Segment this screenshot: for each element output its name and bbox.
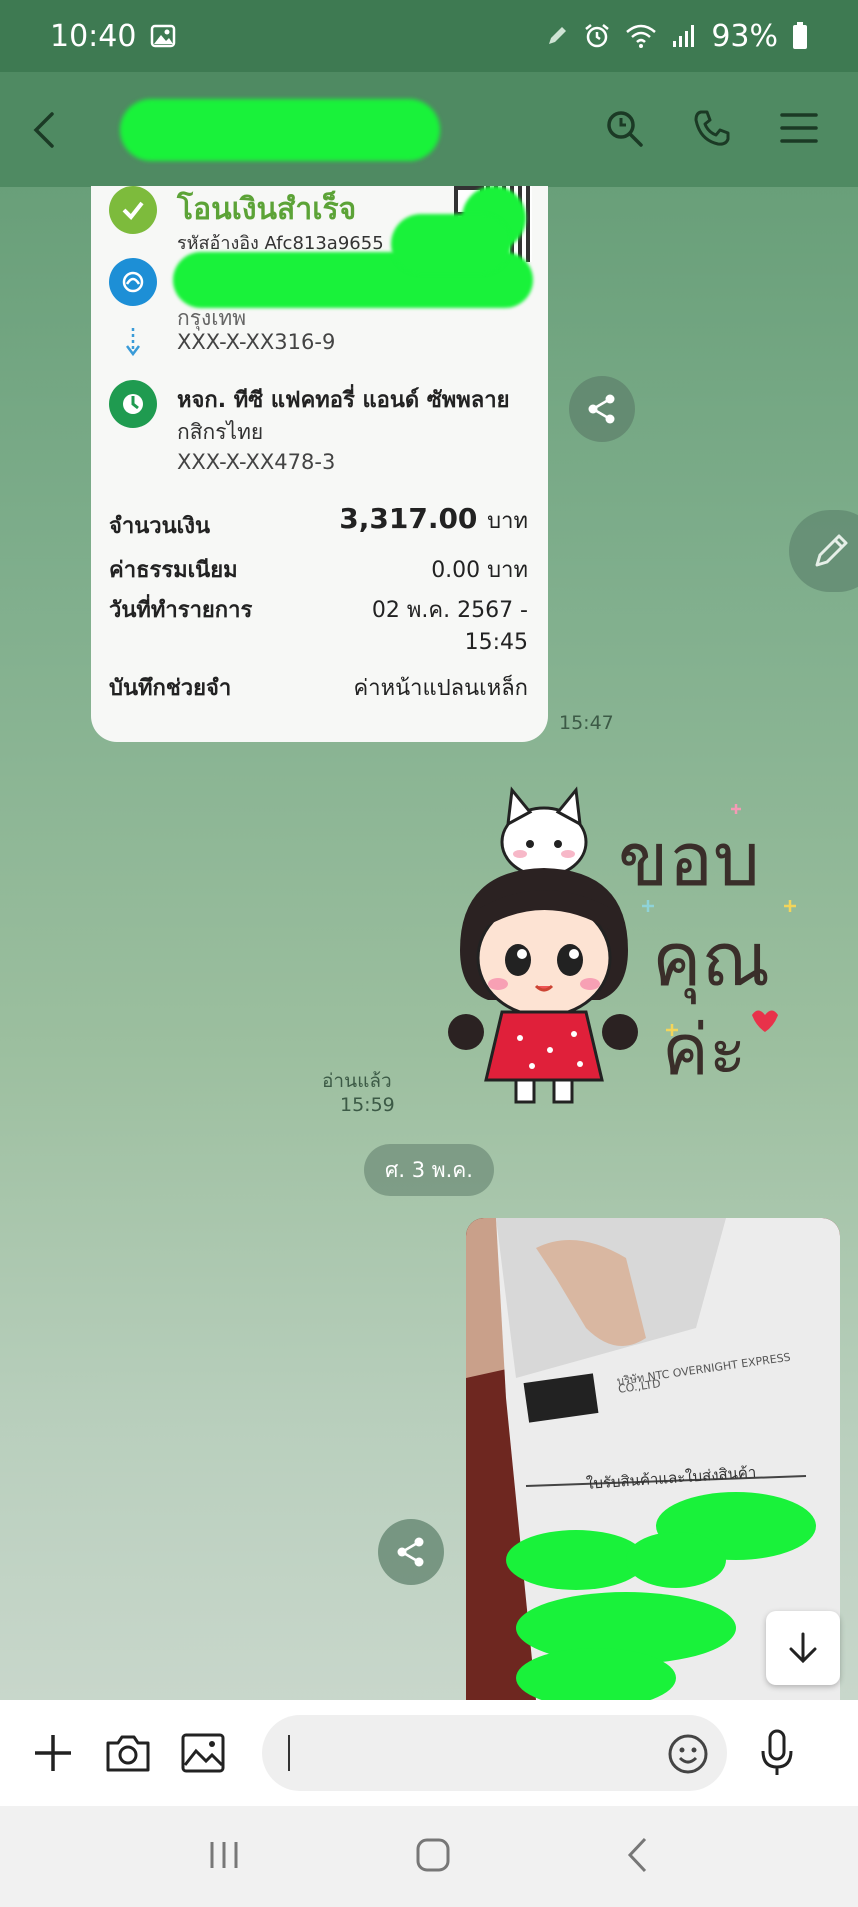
pencil-icon — [815, 534, 848, 567]
read-receipt-label: อ่านแล้ว — [322, 1070, 392, 1092]
kasikorn-logo-icon — [109, 380, 157, 428]
recipient-bank: กสิกรไทย — [177, 420, 264, 444]
camera-icon[interactable] — [105, 1728, 152, 1778]
chat-header — [0, 72, 858, 187]
chat-name-redacted — [120, 98, 440, 161]
share-photo-button[interactable] — [378, 1519, 444, 1585]
recipient-name: หจก. ทีซี แฟคทอรี่ แอนด์ ซัพพลาย — [177, 388, 510, 413]
emoji-icon[interactable] — [667, 1733, 709, 1779]
microphone-icon[interactable] — [753, 1728, 800, 1778]
status-time: 10:40 — [50, 18, 137, 54]
menu-icon[interactable] — [780, 111, 818, 149]
status-bar: 10:40 93% — [0, 0, 858, 72]
sender-account: XXX-X-XX316-9 — [177, 330, 336, 354]
date-value-line1: 02 พ.ค. 2567 - — [371, 598, 528, 623]
share-icon — [397, 1537, 424, 1567]
date-label: วันที่ทำรายการ — [109, 598, 253, 623]
date-separator: ศ. 3 พ.ค. — [364, 1144, 494, 1196]
success-check-icon — [109, 186, 157, 234]
share-receipt-button[interactable] — [569, 376, 635, 442]
transfer-receipt-image[interactable]: โอนเงินสำเร็จ รหัสอ้างอิง Afc813a9655 กร… — [91, 186, 548, 742]
fee-label: ค่าธรรมเนียม — [109, 558, 238, 583]
reference-redaction — [391, 214, 511, 274]
fee-number: 0.00 — [431, 558, 481, 583]
signal-icon — [671, 23, 697, 49]
plus-icon[interactable] — [30, 1728, 77, 1778]
message-input-bar — [0, 1700, 858, 1806]
back-icon[interactable] — [30, 100, 80, 160]
battery-percent: 93% — [711, 18, 778, 54]
home-icon[interactable] — [415, 1837, 451, 1877]
search-icon[interactable] — [604, 108, 644, 152]
text-caret — [288, 1735, 291, 1771]
gallery-icon — [150, 23, 176, 49]
share-icon — [588, 394, 615, 424]
amount-label: จำนวนเงิน — [109, 514, 210, 539]
arrow-down-icon — [123, 326, 143, 362]
image-icon[interactable] — [179, 1728, 226, 1778]
memo-value: ค่าหน้าแปลนเหล็ก — [353, 676, 528, 701]
system-navigation-bar — [0, 1806, 858, 1907]
scroll-to-bottom-button[interactable] — [766, 1611, 840, 1685]
amount-currency: บาท — [487, 509, 528, 534]
wifi-icon — [625, 23, 657, 49]
nav-back-icon[interactable] — [625, 1836, 651, 1878]
amount-number: 3,317.00 — [339, 502, 478, 535]
recipient-account: XXX-X-XX478-3 — [177, 450, 336, 474]
memo-label: บันทึกช่วยจำ — [109, 676, 232, 701]
thank-you-sticker[interactable]: ขอบ คุณ ค่ะ — [440, 780, 820, 1110]
sticker-text-line3: ค่ะ — [662, 1009, 747, 1091]
message-input[interactable] — [262, 1715, 728, 1791]
sticker-message-time: 15:59 — [340, 1094, 395, 1116]
phone-icon[interactable] — [692, 108, 732, 152]
battery-icon — [792, 22, 808, 50]
arrow-down-icon — [789, 1632, 817, 1664]
receipt-title: โอนเงินสำเร็จ — [177, 192, 357, 227]
date-value-line2: 15:45 — [464, 630, 528, 655]
fee-currency: บาท — [487, 558, 528, 583]
fee-value: 0.00 บาท — [431, 552, 528, 587]
pen-icon — [545, 24, 569, 48]
recent-apps-icon[interactable] — [207, 1838, 241, 1876]
edit-floating-button[interactable] — [789, 510, 858, 592]
receipt-message-time: 15:47 — [559, 712, 614, 734]
alarm-icon — [583, 22, 611, 50]
amount-value: 3,317.00 บาท — [339, 502, 528, 538]
bank-logo-icon — [109, 258, 157, 306]
